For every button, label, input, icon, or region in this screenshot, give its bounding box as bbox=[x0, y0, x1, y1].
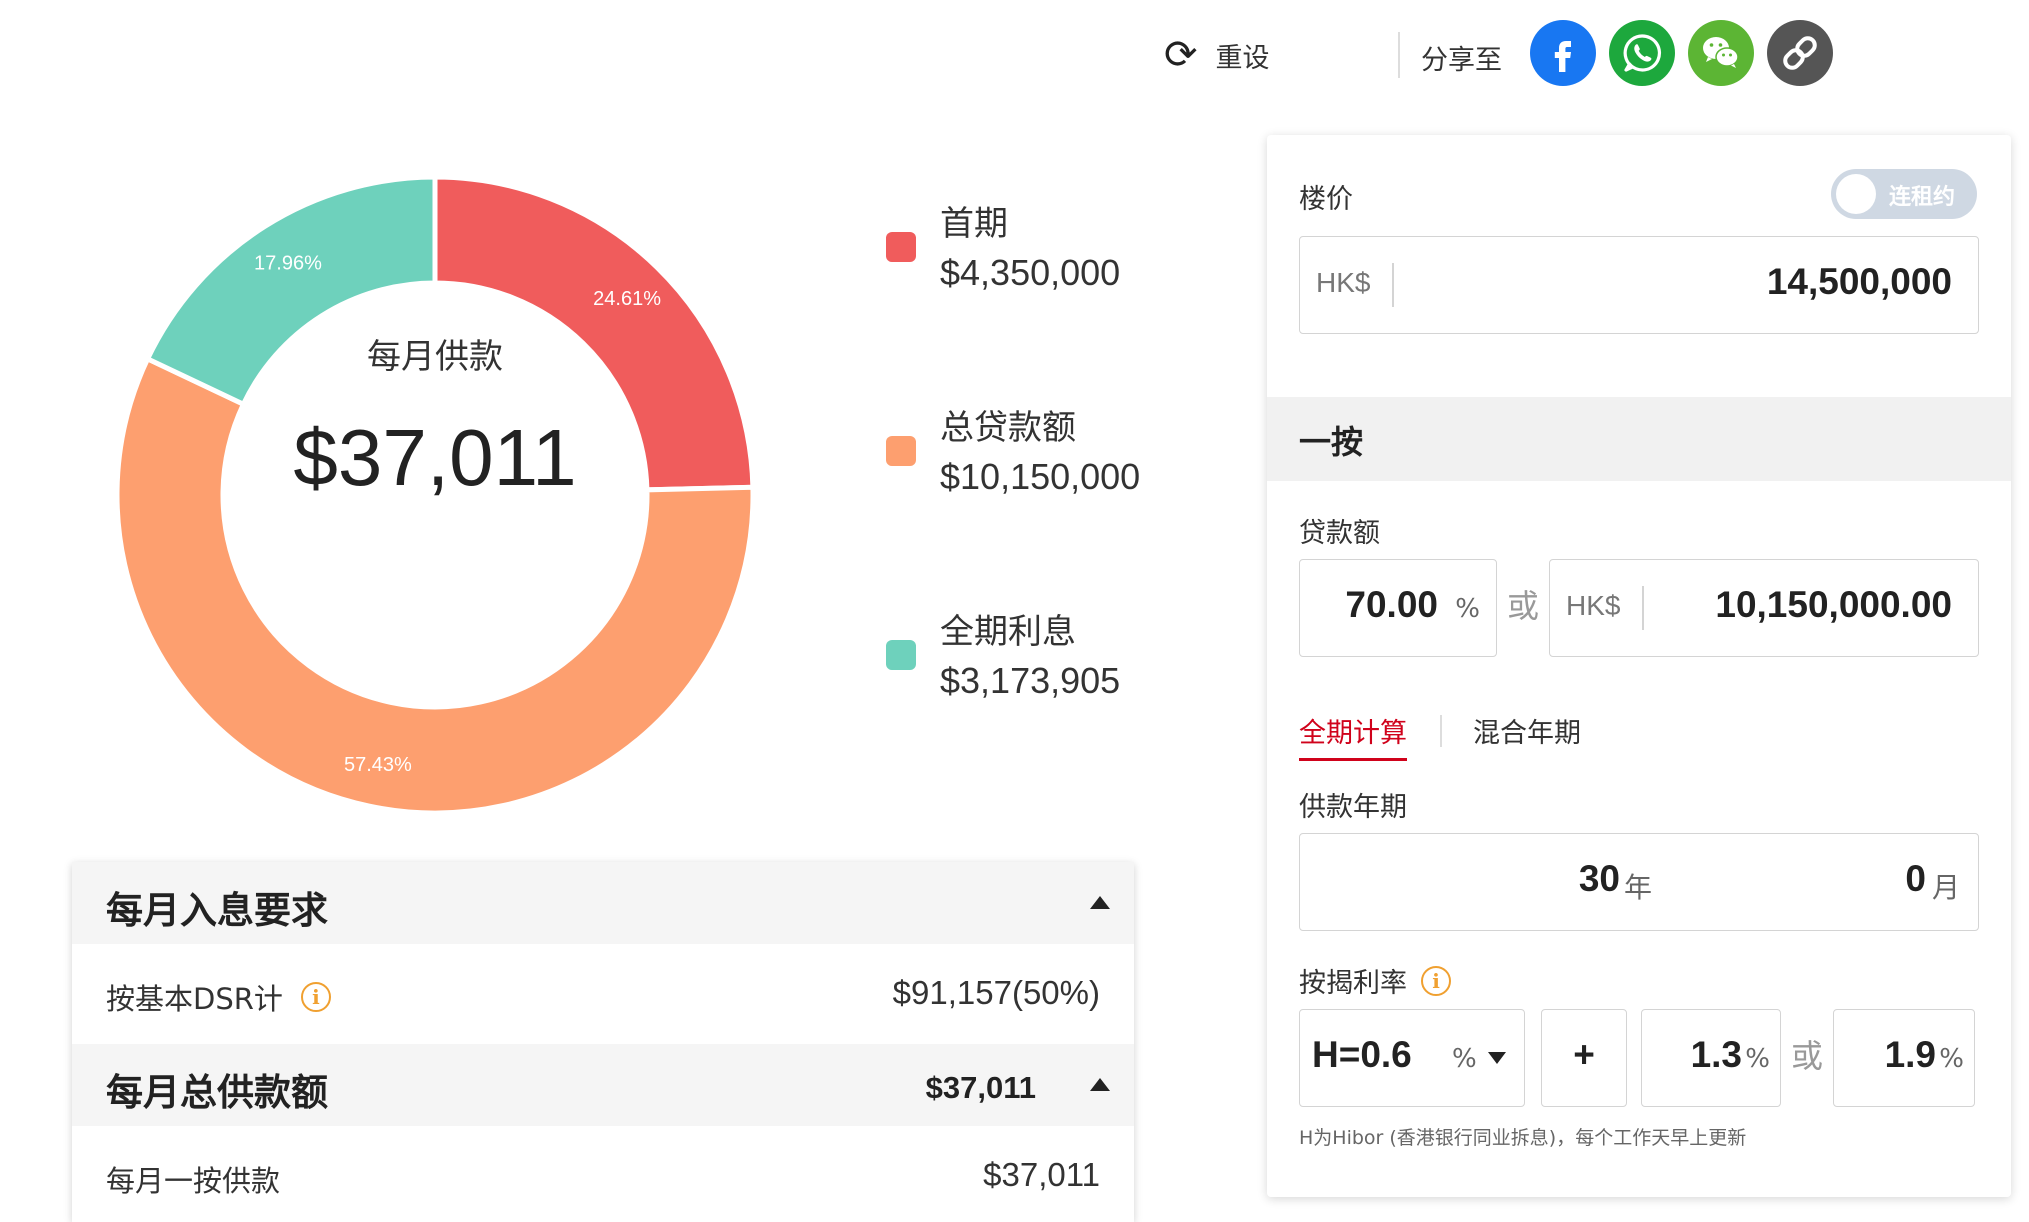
monthly-total-value: $37,011 bbox=[925, 1070, 1036, 1105]
or-label: 或 bbox=[1507, 587, 1540, 625]
term-years-input[interactable]: 30 bbox=[1579, 858, 1620, 900]
center-value: $37,011 bbox=[293, 413, 576, 502]
monthly-total-header[interactable]: 每月总供款额 $37,011 bbox=[72, 1044, 1134, 1126]
facebook-share-button[interactable] bbox=[1530, 20, 1596, 86]
term-field[interactable]: 30 年 0 月 bbox=[1299, 833, 1979, 931]
rate-base-value: H=0.6 bbox=[1312, 1034, 1412, 1075]
donut-svg: 24.61% 57.43% 17.96% 每月供款 $37,011 bbox=[114, 174, 756, 816]
legend-value: $3,173,905 bbox=[940, 660, 1121, 701]
legend-item-total-interest: 全期利息 $3,173,905 bbox=[886, 608, 1120, 706]
legend-value: $4,350,000 bbox=[940, 252, 1121, 293]
tab-divider bbox=[1440, 715, 1442, 747]
price-input[interactable]: 14,500,000 bbox=[1767, 261, 1952, 303]
rate-plus-box: + bbox=[1541, 1009, 1627, 1107]
hibor-note: H为Hibor (香港银行同业拆息)，每个工作天早上更新 bbox=[1299, 1127, 1747, 1149]
rate-spread-field[interactable]: 1.3 % bbox=[1641, 1009, 1781, 1107]
price-label: 楼价 bbox=[1299, 184, 1353, 215]
loan-amount-input[interactable]: 10,150,000.00 bbox=[1715, 584, 1952, 626]
toggle-knob bbox=[1836, 174, 1876, 214]
months-unit: 月 bbox=[1931, 871, 1960, 904]
term-label: 供款年期 bbox=[1299, 792, 1407, 823]
tab-full-term[interactable]: 全期计算 bbox=[1299, 711, 1407, 761]
rate-base-select[interactable]: H=0.6 % bbox=[1299, 1009, 1525, 1107]
legend-item-down-payment: 首期 $4,350,000 bbox=[886, 200, 1120, 298]
loan-label: 贷款额 bbox=[1299, 518, 1380, 549]
whatsapp-share-button[interactable] bbox=[1609, 20, 1675, 86]
legend-swatch bbox=[886, 640, 916, 670]
years-unit: 年 bbox=[1623, 871, 1652, 904]
whatsapp-icon bbox=[1623, 34, 1662, 72]
first-mortgage-row: 每月一按供款 $37,011 bbox=[72, 1126, 1134, 1222]
payment-donut-chart: 24.61% 57.43% 17.96% 每月供款 $37,011 bbox=[55, 115, 815, 875]
first-mortgage-section: 一按 bbox=[1267, 397, 2011, 481]
loan-percent-input[interactable]: 70.00 bbox=[1345, 584, 1438, 626]
percent-unit: % bbox=[1452, 1044, 1477, 1074]
rate-label-wrap: 按揭利率 i bbox=[1299, 961, 1451, 1000]
reset-label: 重设 bbox=[1215, 42, 1270, 74]
prefix-divider bbox=[1642, 586, 1644, 630]
legend-value: $10,150,000 bbox=[940, 456, 1141, 497]
rate-cap-input[interactable]: 1.9 bbox=[1885, 1034, 1936, 1076]
income-requirement-title: 每月入息要求 bbox=[106, 889, 328, 932]
rate-spread-input[interactable]: 1.3 bbox=[1691, 1034, 1742, 1076]
currency-prefix: HK$ bbox=[1316, 267, 1371, 298]
dsr-label-wrap: 按基本DSR计 i bbox=[106, 976, 331, 1018]
plus-sign: + bbox=[1573, 1034, 1595, 1075]
slice-percent-label: 57.43% bbox=[344, 754, 412, 776]
share-label: 分享至 bbox=[1421, 45, 1502, 76]
legend-label: 首期 bbox=[940, 204, 1008, 244]
loan-percent-field[interactable]: 70.00 % bbox=[1299, 559, 1497, 657]
percent-unit: % bbox=[1745, 1044, 1770, 1074]
percent-unit: % bbox=[1455, 594, 1480, 624]
dsr-value: $91,157(50%) bbox=[892, 974, 1100, 1011]
legend-swatch bbox=[886, 436, 916, 466]
tenancy-toggle-label: 连租约 bbox=[1889, 185, 1956, 210]
loan-amount-field[interactable]: HK$ 10,150,000.00 bbox=[1549, 559, 1979, 657]
mortgage-form-panel: 楼价 连租约 HK$ 14,500,000 一按 贷款额 70.00 % 或 H… bbox=[1267, 135, 2011, 1197]
reset-button[interactable]: ⟳ 重设 bbox=[1164, 35, 1270, 75]
legend-label: 全期利息 bbox=[940, 612, 1076, 652]
info-icon[interactable]: i bbox=[1421, 965, 1451, 996]
facebook-icon bbox=[1554, 41, 1571, 72]
link-icon bbox=[1783, 36, 1817, 70]
info-icon[interactable]: i bbox=[300, 982, 331, 1012]
slice-percent-label: 17.96% bbox=[254, 253, 322, 275]
first-mortgage-label: 每月一按供款 bbox=[106, 1164, 281, 1198]
legend-item-loan-amount: 总贷款额 $10,150,000 bbox=[886, 404, 1140, 502]
section-title: 一按 bbox=[1299, 423, 1364, 461]
price-field[interactable]: HK$ 14,500,000 bbox=[1299, 236, 1979, 334]
currency-prefix: HK$ bbox=[1566, 590, 1621, 621]
dsr-row: 按基本DSR计 i $91,157(50%) bbox=[72, 944, 1134, 1044]
refresh-icon: ⟳ bbox=[1164, 32, 1198, 78]
copy-link-button[interactable] bbox=[1767, 20, 1833, 86]
legend-label: 总贷款额 bbox=[940, 408, 1076, 448]
toolbar-divider bbox=[1398, 32, 1400, 78]
tab-mixed-term[interactable]: 混合年期 bbox=[1473, 711, 1581, 758]
center-label: 每月供款 bbox=[367, 337, 503, 377]
wechat-share-button[interactable] bbox=[1688, 20, 1754, 86]
slice-percent-label: 24.61% bbox=[593, 288, 661, 310]
top-toolbar: ⟳ 重设 分享至 bbox=[829, 0, 2029, 110]
term-months-input[interactable]: 0 bbox=[1905, 858, 1926, 900]
income-requirement-header[interactable]: 每月入息要求 bbox=[72, 862, 1134, 944]
wechat-icon bbox=[1703, 37, 1739, 68]
collapse-caret-icon[interactable] bbox=[1090, 1078, 1110, 1091]
percent-unit: % bbox=[1939, 1044, 1964, 1074]
income-requirement-panel: 每月入息要求 按基本DSR计 i $91,157(50%) 每月总供款额 $37… bbox=[72, 862, 1134, 1222]
or-label: 或 bbox=[1791, 1037, 1824, 1075]
dsr-label: 按基本DSR计 bbox=[106, 982, 283, 1016]
dropdown-caret-icon bbox=[1488, 1052, 1506, 1064]
monthly-total-title: 每月总供款额 bbox=[106, 1071, 328, 1114]
rate-label: 按揭利率 bbox=[1299, 968, 1407, 999]
tenancy-toggle[interactable]: 连租约 bbox=[1831, 169, 1977, 219]
prefix-divider bbox=[1392, 263, 1394, 307]
collapse-caret-icon[interactable] bbox=[1090, 896, 1110, 909]
rate-cap-field[interactable]: 1.9 % bbox=[1833, 1009, 1975, 1107]
first-mortgage-value: $37,011 bbox=[983, 1156, 1100, 1193]
legend-swatch bbox=[886, 232, 916, 262]
